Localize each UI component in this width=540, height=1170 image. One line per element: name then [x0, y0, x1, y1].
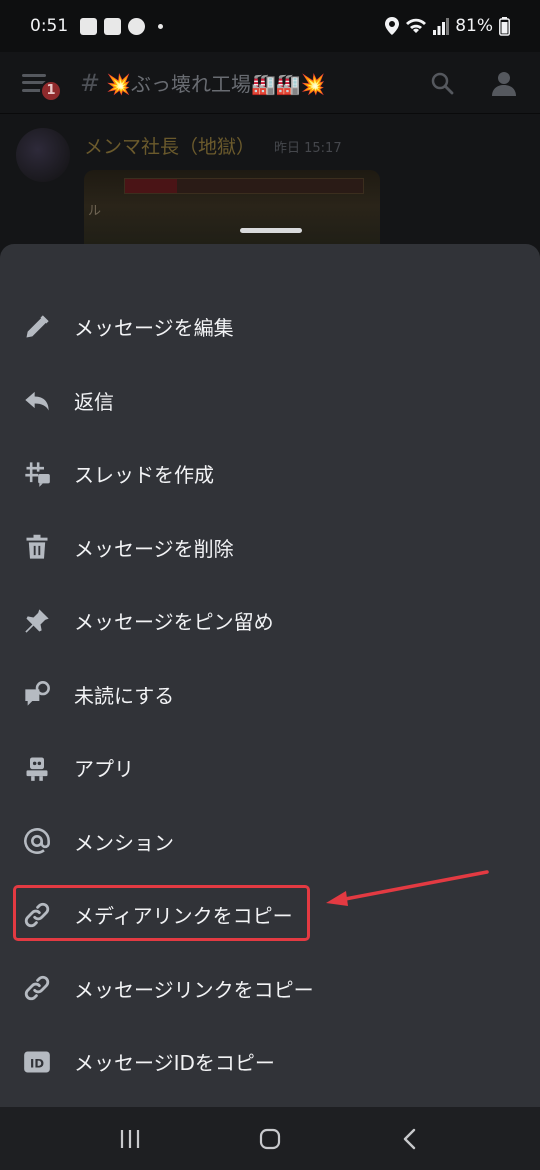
factory-emoji: 🏭🏭	[251, 72, 301, 96]
attachment-image-bar	[124, 178, 364, 194]
home-button[interactable]	[250, 1119, 290, 1159]
message-author[interactable]: メンマ社長（地獄）	[84, 132, 255, 159]
search-icon[interactable]	[430, 71, 454, 95]
burst-emoji-left: 💥	[106, 72, 132, 96]
channel-header: 1 # 💥ぶっ壊れ工場🏭🏭💥	[0, 52, 540, 114]
robot-icon	[22, 753, 52, 783]
menu-item-label: メッセージを削除	[74, 536, 234, 561]
recent-apps-button[interactable]	[110, 1119, 150, 1159]
battery-icon	[499, 16, 510, 36]
menu-item-label: メッセージをピン留め	[74, 610, 274, 635]
menu-item-label: 返信	[74, 389, 114, 414]
unread-badge: 1	[40, 79, 62, 102]
menu-item-copy-message-link[interactable]: メッセージリンクをコピー	[0, 952, 540, 1026]
actions-menu: メッセージを編集 返信 スレッドを作成 メッセージを削除 メッセージをピン留め	[0, 290, 540, 1099]
back-icon	[403, 1128, 416, 1149]
annotation-arrow	[326, 870, 489, 906]
twitch-icon	[104, 17, 122, 35]
attachment-image-text: ル	[88, 204, 102, 219]
annotation-highlight-box	[13, 885, 310, 941]
more-notifications-dot	[158, 23, 164, 29]
pin-icon	[22, 606, 52, 636]
menu-item-label: スレッドを作成	[74, 463, 214, 488]
reply-icon	[22, 385, 52, 415]
status-time: 0:51	[30, 16, 69, 36]
pencil-icon	[22, 312, 52, 342]
menu-item-label: メッセージを編集	[74, 316, 234, 341]
system-nav-bar	[0, 1107, 540, 1170]
home-icon	[259, 1128, 281, 1149]
gallery-icon	[80, 17, 98, 35]
menu-item-delete-message[interactable]: メッセージを削除	[0, 511, 540, 585]
channel-hash-icon: #	[80, 68, 101, 97]
message-area: メンマ社長（地獄） 昨日 15:17 ル	[0, 114, 540, 260]
link-icon	[22, 973, 52, 1003]
svg-text:ID: ID	[30, 1056, 44, 1070]
burst-emoji-right: 💥	[300, 72, 326, 96]
recent-apps-icon	[120, 1129, 140, 1148]
status-bar: 0:51 81%	[0, 0, 540, 52]
members-icon[interactable]	[490, 70, 518, 96]
back-button[interactable]	[390, 1119, 430, 1159]
menu-item-label: 未読にする	[74, 683, 175, 708]
thread-icon	[22, 459, 52, 489]
reddit-icon	[128, 17, 146, 35]
at-icon	[22, 826, 52, 856]
status-right: 81%	[385, 16, 510, 36]
menu-item-label: メッセージIDをコピー	[74, 1051, 275, 1076]
menu-item-label: アプリ	[74, 757, 134, 782]
channel-title-text: ぶっ壊れ工場	[131, 72, 252, 96]
mark-unread-icon	[22, 679, 52, 709]
menu-item-label: メンション	[74, 830, 174, 855]
avatar[interactable]	[16, 128, 70, 182]
menu-item-pin-message[interactable]: メッセージをピン留め	[0, 584, 540, 658]
trash-icon	[22, 532, 52, 562]
menu-item-label: メッセージリンクをコピー	[74, 977, 314, 1002]
battery-percent: 81%	[455, 16, 493, 36]
notification-icons	[80, 17, 164, 35]
channel-title[interactable]: 💥ぶっ壊れ工場🏭🏭💥	[106, 68, 326, 97]
menu-item-create-thread[interactable]: スレッドを作成	[0, 437, 540, 511]
message-actions-sheet: メッセージを編集 返信 スレッドを作成 メッセージを削除 メッセージをピン留め	[0, 228, 540, 1107]
message-timestamp: 昨日 15:17	[274, 141, 342, 156]
location-icon	[385, 17, 400, 35]
menu-icon[interactable]: 1	[22, 73, 62, 102]
menu-item-edit-message[interactable]: メッセージを編集	[0, 290, 540, 364]
wifi-icon	[406, 18, 427, 33]
menu-item-copy-message-id[interactable]: ID メッセージIDをコピー	[0, 1025, 540, 1099]
menu-item-mark-unread[interactable]: 未読にする	[0, 658, 540, 732]
menu-item-apps[interactable]: アプリ	[0, 731, 540, 805]
sheet-drag-handle[interactable]	[240, 228, 302, 233]
menu-item-reply[interactable]: 返信	[0, 364, 540, 438]
id-icon: ID	[22, 1047, 52, 1077]
header-actions	[430, 70, 518, 96]
signal-icon	[433, 18, 450, 35]
